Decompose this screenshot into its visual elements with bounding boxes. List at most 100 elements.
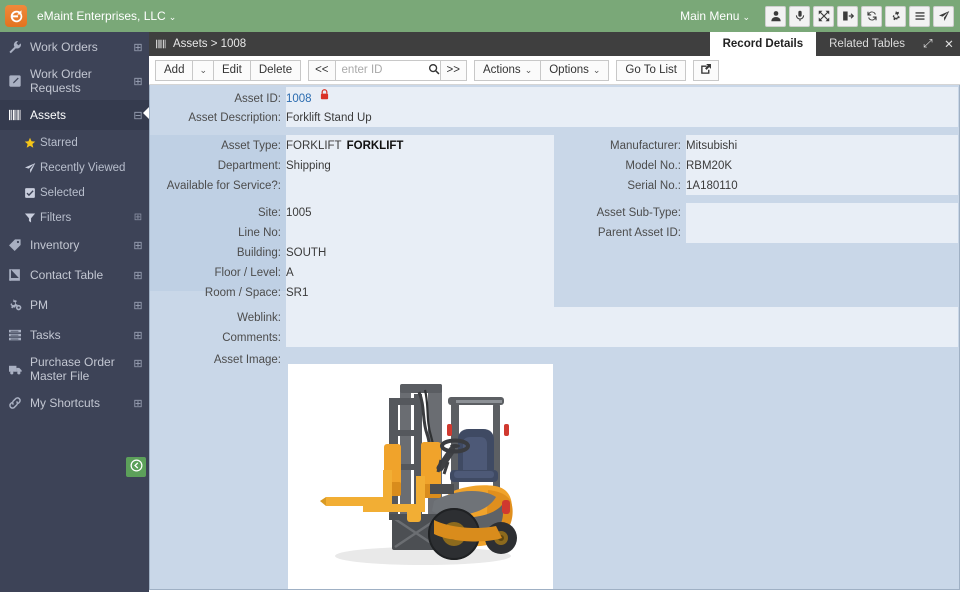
- expand-plus-icon[interactable]: ⊞: [127, 75, 149, 88]
- sidebar-subitem-filters[interactable]: Filters ⊞: [0, 205, 149, 230]
- tab-label: Related Tables: [829, 38, 905, 50]
- send-icon[interactable]: [933, 6, 954, 27]
- field-value: SR1: [286, 283, 308, 303]
- go-to-list-button[interactable]: Go To List: [616, 60, 686, 81]
- field-label: Weblink:: [150, 308, 286, 328]
- sidebar-item-label: Purchase Order Master File: [30, 355, 127, 383]
- tab-record-details[interactable]: Record Details: [710, 32, 817, 56]
- sidebar-subitem-label: Recently Viewed: [40, 162, 127, 174]
- expand-panel-icon[interactable]: ⤢: [918, 32, 938, 56]
- sidebar-collapse-button[interactable]: [126, 457, 146, 477]
- truck-icon: [0, 363, 30, 376]
- expand-plus-icon[interactable]: ⊞: [127, 212, 149, 223]
- field-building: Building: SOUTH: [150, 243, 554, 263]
- lock-icon: [316, 89, 329, 103]
- field-label: Asset Description:: [150, 108, 286, 128]
- field-label: Asset Image:: [150, 350, 286, 370]
- expand-arrows-icon[interactable]: [813, 6, 834, 27]
- previous-record-label: <<: [315, 64, 328, 76]
- checkbox-icon: [20, 187, 40, 199]
- refresh-icon[interactable]: [861, 6, 882, 27]
- expand-plus-icon[interactable]: ⊞: [127, 41, 149, 54]
- sidebar-item-my-shortcuts[interactable]: My Shortcuts ⊞: [0, 388, 149, 418]
- field-label: Parent Asset ID:: [554, 223, 686, 243]
- chevron-down-icon: ⌄: [593, 65, 601, 76]
- sidebar-item-tasks[interactable]: Tasks ⊞: [0, 320, 149, 350]
- expand-plus-icon[interactable]: ⊞: [127, 269, 149, 282]
- sidebar-item-work-order-requests[interactable]: Work Order Requests ⊞: [0, 62, 149, 100]
- export-button[interactable]: [693, 60, 719, 81]
- sidebar-item-assets[interactable]: Assets ⊟: [0, 100, 149, 130]
- field-value[interactable]: 1008: [286, 89, 312, 109]
- expand-plus-icon[interactable]: ⊞: [127, 299, 149, 312]
- field-label: Manufacturer:: [554, 136, 686, 156]
- sidebar-item-pm[interactable]: PM ⊞: [0, 290, 149, 320]
- add-button[interactable]: Add: [155, 60, 193, 81]
- edit-button[interactable]: Edit: [213, 60, 251, 81]
- main-menu-button[interactable]: Main Menu⌄: [680, 9, 750, 23]
- sidebar-item-label: Contact Table: [30, 268, 127, 282]
- field-label: Site:: [150, 203, 286, 223]
- sidebar-subitem-starred[interactable]: Starred: [0, 130, 149, 155]
- add-dropdown-button[interactable]: ⌄: [192, 60, 214, 81]
- user-icon[interactable]: [765, 6, 786, 27]
- record-toolbar: Add ⌄ Edit Delete <<: [149, 56, 960, 85]
- field-value: Shipping: [286, 156, 331, 176]
- field-asset-type: Asset Type: FORKLIFT FORKLIFT: [150, 136, 554, 156]
- field-label: Floor / Level:: [150, 263, 286, 283]
- chevron-down-icon: ⌄: [742, 12, 750, 22]
- gear-icon[interactable]: [885, 6, 906, 27]
- field-value: 1005: [286, 203, 312, 223]
- link-icon: [0, 396, 30, 410]
- sidebar-item-label: Inventory: [30, 238, 127, 252]
- delete-button[interactable]: Delete: [250, 60, 301, 81]
- sidebar-subitem-label: Filters: [40, 212, 127, 224]
- next-record-button[interactable]: >>: [440, 60, 467, 81]
- go-to-list-label: Go To List: [625, 64, 677, 76]
- hamburger-menu-icon[interactable]: [909, 6, 930, 27]
- pencil-square-icon: [0, 74, 30, 88]
- gears-icon: [0, 298, 30, 312]
- top-header-bar: eMaint Enterprises, LLC⌄ Main Menu⌄: [0, 0, 960, 32]
- search-icon[interactable]: [428, 63, 440, 78]
- record-id-search[interactable]: [335, 60, 441, 81]
- previous-record-button[interactable]: <<: [308, 60, 335, 81]
- sidebar-item-work-orders[interactable]: Work Orders ⊞: [0, 32, 149, 62]
- expand-plus-icon[interactable]: ⊞: [127, 357, 149, 370]
- next-record-label: >>: [447, 64, 460, 76]
- organization-name[interactable]: eMaint Enterprises, LLC⌄: [37, 9, 176, 23]
- sidebar-subitem-recently-viewed[interactable]: Recently Viewed: [0, 155, 149, 180]
- sidebar-item-label: Work Order Requests: [30, 67, 127, 95]
- breadcrumb-bar: Assets > 1008 Record Details Related Tab…: [149, 32, 960, 56]
- field-available-for-service: Available for Service?:: [150, 176, 554, 196]
- field-model-no: Model No.: RBM20K: [554, 156, 958, 176]
- actions-button[interactable]: Actions ⌄: [474, 60, 541, 81]
- emaint-logo-icon[interactable]: [5, 5, 27, 27]
- options-button-label: Options: [549, 64, 589, 76]
- asset-image[interactable]: [288, 364, 553, 589]
- field-room-space: Room / Space: SR1: [150, 283, 554, 303]
- sidebar-item-inventory[interactable]: Inventory ⊞: [0, 230, 149, 260]
- field-value: SOUTH: [286, 243, 326, 263]
- sidebar-subitem-label: Selected: [40, 187, 127, 199]
- field-line-no: Line No:: [150, 223, 554, 243]
- sidebar-item-purchase-order-master-file[interactable]: Purchase Order Master File ⊞: [0, 350, 149, 388]
- field-label: Asset Type:: [150, 136, 286, 156]
- main-menu-label: Main Menu: [680, 9, 739, 23]
- expand-plus-icon[interactable]: ⊞: [127, 239, 149, 252]
- collapse-left-icon: [130, 459, 143, 475]
- actions-group: Actions ⌄ Options ⌄: [474, 60, 609, 81]
- field-asset-description: Asset Description: Forklift Stand Up: [150, 108, 550, 128]
- expand-plus-icon[interactable]: ⊞: [127, 329, 149, 342]
- microphone-icon[interactable]: [789, 6, 810, 27]
- options-button[interactable]: Options ⌄: [540, 60, 609, 81]
- sidebar-subitem-selected[interactable]: Selected: [0, 180, 149, 205]
- search-input[interactable]: [342, 64, 428, 76]
- field-value: A: [286, 263, 294, 283]
- forklift-photo: [288, 364, 553, 589]
- close-panel-icon[interactable]: ✕: [938, 32, 960, 56]
- logout-icon[interactable]: [837, 6, 858, 27]
- expand-plus-icon[interactable]: ⊞: [127, 397, 149, 410]
- sidebar-item-contact-table[interactable]: Contact Table ⊞: [0, 260, 149, 290]
- tab-related-tables[interactable]: Related Tables: [816, 32, 918, 56]
